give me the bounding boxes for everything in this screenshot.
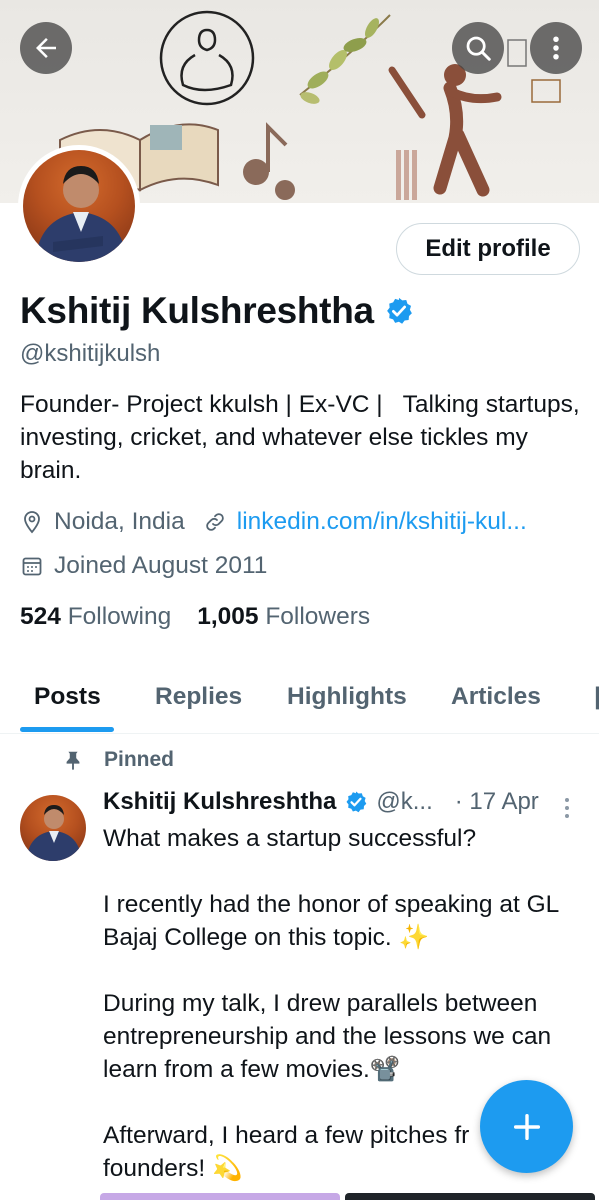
- tab-posts[interactable]: Posts: [34, 660, 101, 733]
- profile-joined-date: Joined August 2011: [54, 552, 268, 579]
- profile-name-row: Kshitij Kulshreshtha: [20, 290, 414, 332]
- search-icon: [466, 36, 491, 61]
- avatar-photo: [35, 166, 127, 262]
- plus-icon: [513, 1113, 540, 1140]
- media-preview-edge: [100, 1193, 340, 1200]
- calendar-icon: [22, 557, 42, 576]
- edit-profile-button[interactable]: Edit profile: [396, 223, 580, 275]
- back-button[interactable]: [20, 22, 72, 74]
- post-more-button[interactable]: [558, 796, 576, 825]
- pin-icon: [66, 751, 80, 771]
- following-count: 524: [20, 603, 61, 630]
- profile-tabs: Posts Replies Highlights Articles |: [0, 660, 599, 734]
- post-author-name[interactable]: Kshitij Kulshreshtha: [103, 788, 336, 816]
- post-paragraph: During my talk, I drew parallels between…: [103, 990, 558, 1083]
- pinned-indicator: Pinned: [62, 748, 174, 772]
- followers-link[interactable]: 1,005 Followers: [197, 603, 370, 631]
- verified-badge-icon: [386, 297, 412, 324]
- post-paragraph: What makes a startup successful?: [103, 825, 477, 852]
- tab-replies[interactable]: Replies: [155, 660, 242, 733]
- post-author-avatar[interactable]: [20, 795, 86, 861]
- follow-stats: 524 Following 1,005 Followers: [20, 603, 370, 631]
- following-link[interactable]: 524 Following: [20, 603, 171, 631]
- pinned-label: Pinned: [104, 748, 175, 771]
- following-label: Following: [67, 603, 172, 630]
- media-preview-edge: [345, 1193, 595, 1200]
- active-tab-indicator: [20, 727, 114, 732]
- compose-post-button[interactable]: [480, 1080, 573, 1173]
- post-date[interactable]: · 17 Apr: [455, 788, 539, 816]
- profile-handle: @kshitijkulsh: [20, 340, 161, 367]
- verified-badge-icon: [346, 791, 367, 813]
- post-header: Kshitij Kulshreshtha @k... · 17 Apr: [103, 788, 539, 816]
- profile-website-link[interactable]: linkedin.com/in/kshitij-kul...: [237, 508, 527, 536]
- followers-count: 1,005: [197, 603, 259, 630]
- profile-joined-row: Joined August 2011: [20, 552, 267, 580]
- avatar-photo: [26, 805, 82, 861]
- tab-articles[interactable]: Articles: [451, 660, 541, 733]
- more-vertical-icon: [565, 798, 569, 818]
- post-paragraph: I recently had the honor of speaking at …: [103, 891, 566, 951]
- more-vertical-icon: [553, 36, 559, 60]
- link-icon: [206, 513, 224, 531]
- tab-more-partial[interactable]: |: [594, 660, 599, 733]
- more-options-button[interactable]: [530, 22, 582, 74]
- profile-bio: Founder- Project kkulsh | Ex-VC | Talkin…: [20, 391, 587, 484]
- profile-location: Noida, India: [54, 508, 185, 535]
- location-pin-icon: [24, 511, 40, 534]
- tab-highlights[interactable]: Highlights: [287, 660, 407, 733]
- profile-avatar[interactable]: [18, 145, 140, 267]
- arrow-left-icon: [36, 38, 56, 58]
- profile-meta-row: Noida, India linkedin.com/in/kshitij-kul…: [20, 508, 527, 536]
- search-button[interactable]: [452, 22, 504, 74]
- display-name: Kshitij Kulshreshtha: [20, 290, 374, 331]
- post-author-handle: @k...: [376, 788, 433, 815]
- followers-label: Followers: [265, 603, 371, 630]
